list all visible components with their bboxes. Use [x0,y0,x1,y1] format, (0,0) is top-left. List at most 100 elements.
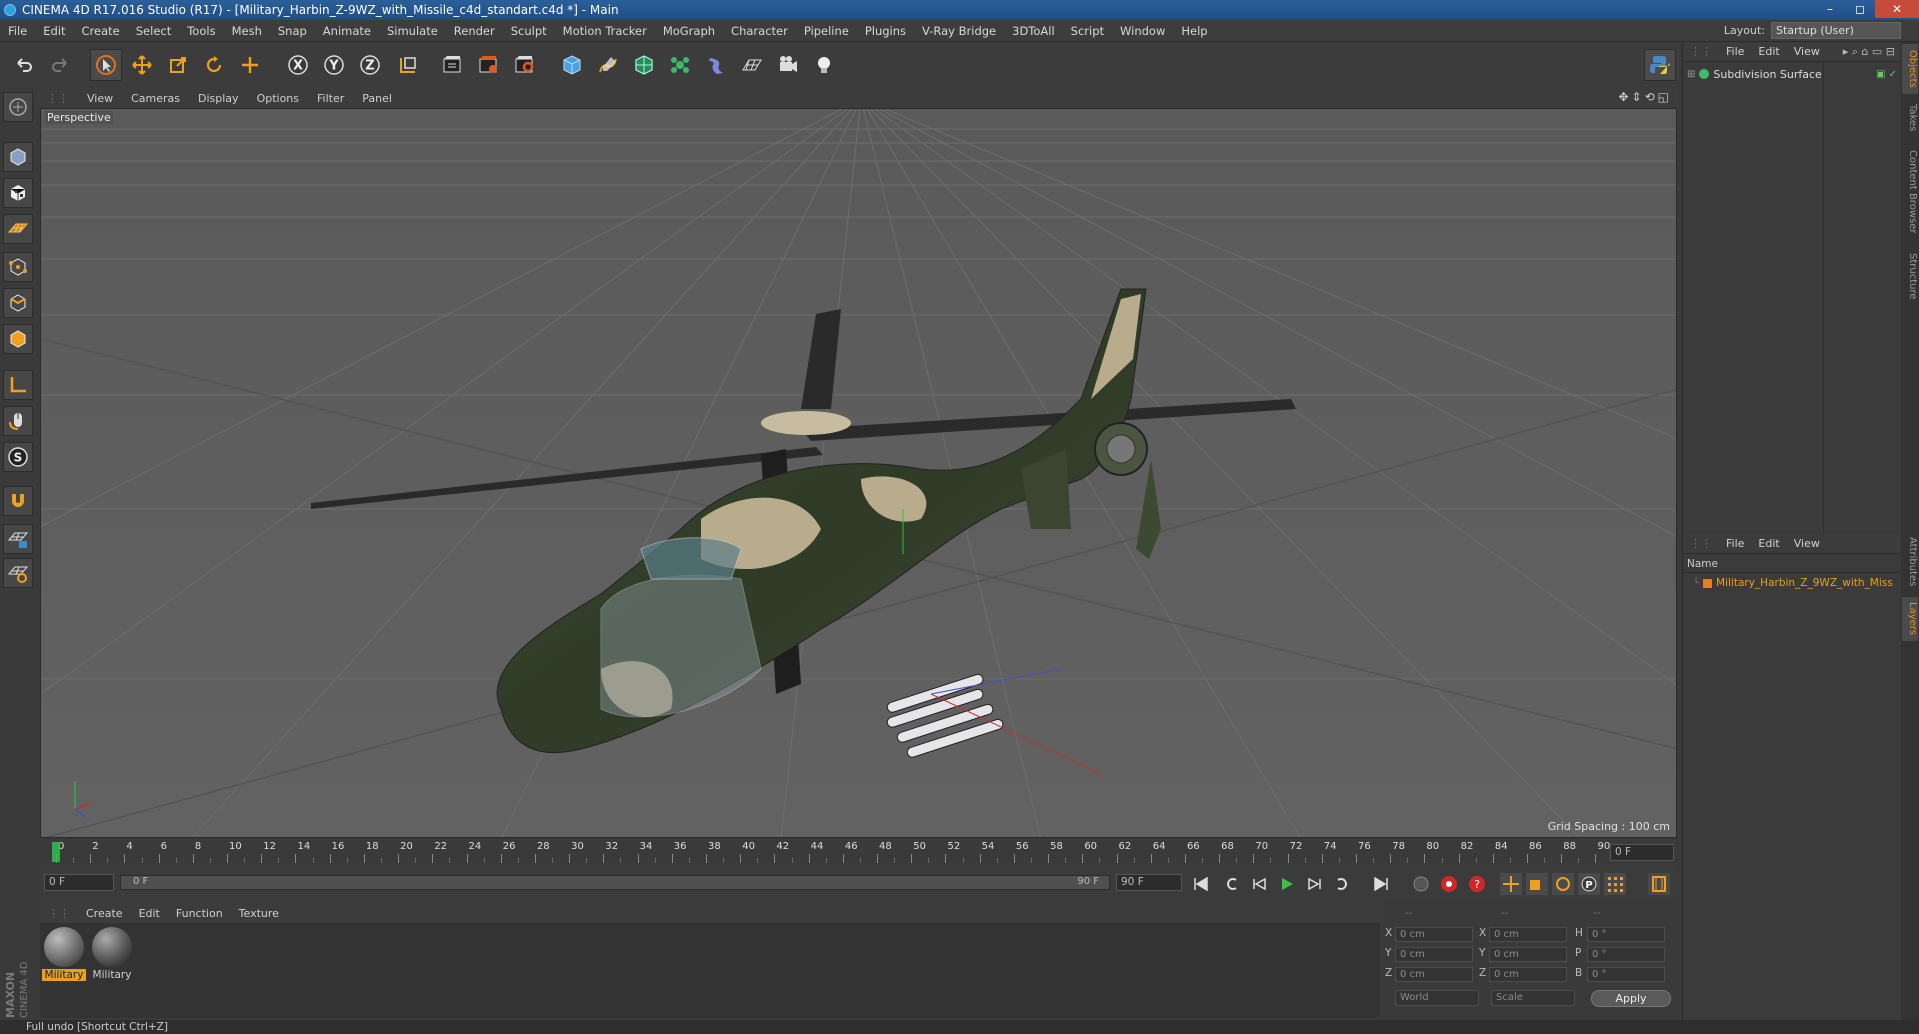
menu-mesh[interactable]: Mesh [224,24,270,38]
menu-simulate[interactable]: Simulate [379,24,446,38]
floor-icon[interactable] [736,49,768,81]
menu-pipeline[interactable]: Pipeline [796,24,857,38]
apply-button[interactable]: Apply [1591,990,1671,1007]
previous-key-icon[interactable] [1220,873,1242,895]
size-y-field[interactable]: 0 cm [1489,947,1567,962]
menu-file[interactable]: File [0,24,35,38]
viewport-menu-display[interactable]: Display [189,92,248,105]
menu-motion-tracker[interactable]: Motion Tracker [555,24,655,38]
make-editable-icon[interactable] [3,92,33,122]
key-rotation-icon[interactable] [1552,873,1574,895]
workplane-icon[interactable] [3,214,33,244]
points-mode-icon[interactable] [3,252,33,282]
menu-3dtoall[interactable]: 3DToAll [1004,24,1063,38]
rotate-icon[interactable] [198,49,230,81]
camera-icon[interactable] [772,49,804,81]
rotation-h-field[interactable]: 0 ° [1587,927,1665,942]
tab-attributes[interactable]: Attributes [1902,532,1918,592]
scale-icon[interactable] [162,49,194,81]
autokey-icon[interactable]: ? [1466,873,1488,895]
rotation-p-field[interactable]: 0 ° [1587,947,1665,962]
tab-structure[interactable]: Structure [1902,246,1918,306]
minimize-button[interactable]: – [1815,0,1845,18]
maximize-button[interactable]: ◻ [1845,0,1875,18]
redo-icon[interactable] [44,49,76,81]
render-settings-icon[interactable] [508,49,540,81]
subdivision-icon[interactable] [628,49,660,81]
position-x-field[interactable]: 0 cm [1395,927,1473,942]
go-to-end-icon[interactable] [1370,873,1392,895]
tab-layers[interactable]: Layers [1902,597,1918,641]
move-icon[interactable] [126,49,158,81]
object-menu-edit[interactable]: Edit [1751,45,1786,58]
frame-range-slider[interactable]: 0 F 90 F [120,875,1110,890]
next-frame-icon[interactable] [1304,873,1326,895]
layer-menu-file[interactable]: File [1719,537,1751,550]
texture-mode-icon[interactable] [3,178,33,208]
viewport-menu-options[interactable]: Options [248,92,308,105]
menu-help[interactable]: Help [1173,24,1215,38]
timeline-window-icon[interactable] [1648,873,1670,895]
tab-content-browser[interactable]: Content Browser [1902,142,1918,242]
coordinate-space-select[interactable]: World [1395,990,1479,1006]
next-key-icon[interactable] [1332,873,1354,895]
record-icon[interactable] [1438,873,1460,895]
python-icon[interactable] [1644,49,1676,81]
menu-snap[interactable]: Snap [270,24,315,38]
object-row[interactable]: ⊞ Subdivision Surface ▣ ✓ [1687,66,1897,82]
key-scale-icon[interactable] [1526,873,1548,895]
menu-animate[interactable]: Animate [315,24,379,38]
menu-tools[interactable]: Tools [179,24,223,38]
select-arrow-icon[interactable] [90,49,122,81]
tweak-mode-icon[interactable] [3,406,33,436]
object-menu-file[interactable]: File [1719,45,1751,58]
edges-mode-icon[interactable] [3,288,33,318]
size-mode-select[interactable]: Scale [1491,990,1575,1006]
menu-edit[interactable]: Edit [35,24,73,38]
menu-character[interactable]: Character [723,24,796,38]
key-position-icon[interactable] [1500,873,1522,895]
key-parameter-icon[interactable]: P [1578,873,1600,895]
coordinate-system-icon[interactable] [392,49,424,81]
viewport-nav-icons[interactable]: ✥⇕⟲◱ [1618,90,1672,104]
snap-icon[interactable]: S [3,442,33,472]
x-axis-icon[interactable]: X [282,49,314,81]
position-z-field[interactable]: 0 cm [1395,967,1473,982]
layer-menu-edit[interactable]: Edit [1751,537,1786,550]
light-icon[interactable] [808,49,840,81]
menu-vray-bridge[interactable]: V-Ray Bridge [914,24,1004,38]
expand-icon[interactable]: ⊞ [1687,69,1695,80]
menu-plugins[interactable]: Plugins [857,24,914,38]
rotation-b-field[interactable]: 0 ° [1587,967,1665,982]
render-view-icon[interactable] [436,49,468,81]
object-manager-tools-icons[interactable]: ▸ ⌕ ⌂ ▭ ⊟ [1836,45,1902,59]
y-axis-icon[interactable]: Y [318,49,350,81]
size-x-field[interactable]: 0 cm [1489,927,1567,942]
current-frame-field[interactable]: 0 F [1610,844,1674,861]
layout-select[interactable]: Startup (User) [1771,22,1901,39]
viewport-menu-cameras[interactable]: Cameras [122,92,189,105]
timeline-ruler[interactable]: 0 2 4 6 8 10 12 14 16 18 20 22 24 26 28 30 32 34 36 38 40 42 4… [40,840,1677,864]
menu-window[interactable]: Window [1112,24,1173,38]
material-swatch[interactable]: Military [90,927,134,981]
object-menu-view[interactable]: View [1787,45,1827,58]
model-mode-icon[interactable] [3,142,33,172]
material-menu-function[interactable]: Function [168,907,231,920]
transform-icon[interactable] [234,49,266,81]
material-menu-edit[interactable]: Edit [131,907,168,920]
magnet-icon[interactable] [3,486,33,516]
layer-row[interactable]: └ Military_Harbin_Z_9WZ_with_Miss [1693,576,1898,590]
start-frame-field[interactable]: 0 F [44,874,114,891]
menu-script[interactable]: Script [1063,24,1112,38]
viewport-menu-view[interactable]: View [78,92,122,105]
tab-takes[interactable]: Takes [1902,98,1918,138]
play-icon[interactable] [1276,873,1298,895]
deformer-icon[interactable] [700,49,732,81]
close-button[interactable]: ✕ [1875,0,1919,18]
undo-icon[interactable] [8,49,40,81]
material-swatch[interactable]: Military [42,927,86,981]
go-to-start-icon[interactable] [1190,873,1212,895]
polygons-mode-icon[interactable] [3,324,33,354]
lock-workplane-icon[interactable] [3,524,33,554]
cloner-icon[interactable] [664,49,696,81]
